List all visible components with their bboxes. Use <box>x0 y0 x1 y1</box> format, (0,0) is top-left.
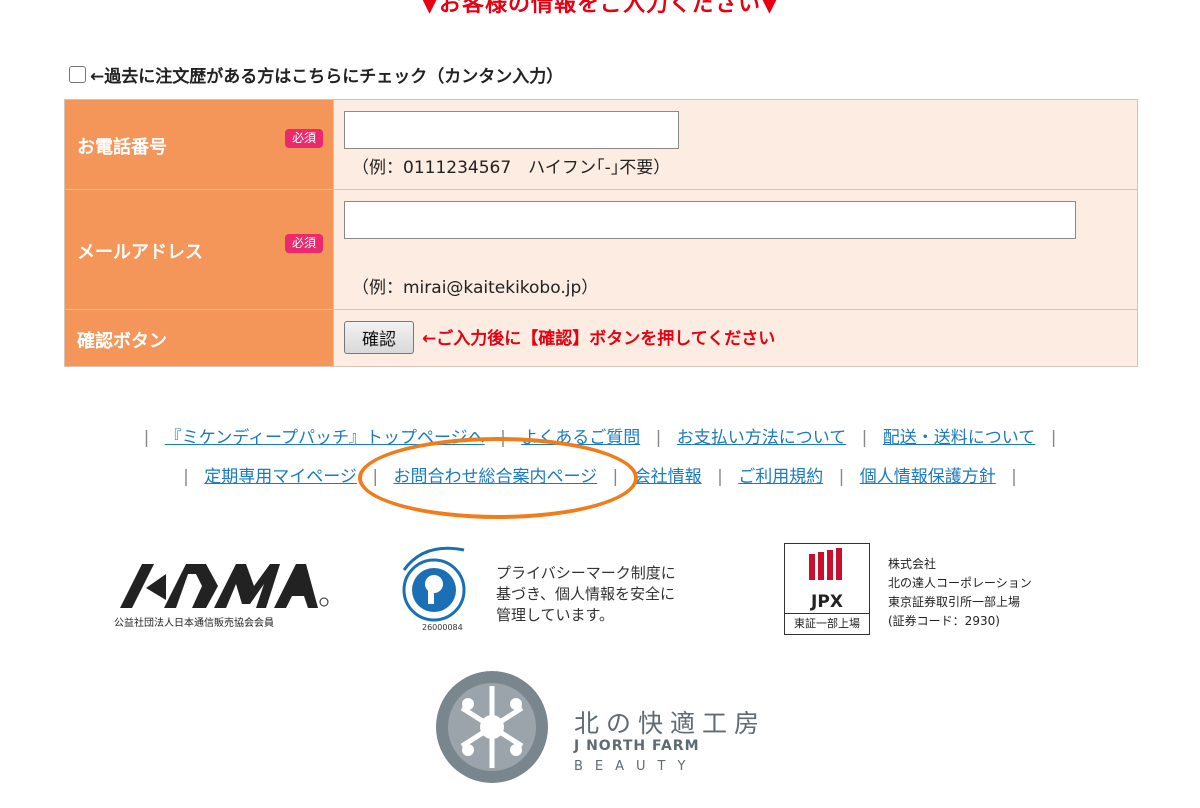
jpx-foot: 東証一部上場 <box>785 613 869 634</box>
order-form-page: ▼お客様の情報をご入力ください▼ ←過去に注文歴がある方はこちらにチェック（カン… <box>0 0 1200 808</box>
nav-separator: | <box>500 428 506 448</box>
nav-link-top-page[interactable]: 『ミケンディープパッチ』トップページへ <box>165 428 485 448</box>
brand-name-en: J NORTH FARM <box>574 738 700 754</box>
nav-link-terms[interactable]: ご利用規約 <box>738 467 823 487</box>
nav-separator: | <box>372 467 379 487</box>
jpx-badge: JPX 東証一部上場 <box>784 543 870 635</box>
confirm-button[interactable]: 確認 <box>344 321 414 354</box>
nav-separator: | <box>612 467 619 487</box>
section-heading: ▼お客様の情報をご入力ください▼ <box>421 0 779 17</box>
phone-required-badge: 必須 <box>284 129 323 148</box>
privacy-mark-description: プライバシーマーク制度に 基づき、個人情報を安全に 管理しています。 <box>496 564 676 624</box>
jpx-bars-icon <box>809 548 842 580</box>
footer-nav-row-1: | 『ミケンディープパッチ』トップページへ | よくあるご質問 | お支払い方法… <box>0 423 1200 448</box>
customer-info-form: お電話番号 必須 （例：0111234567 ハイフン｢-｣不要） メールアドレ… <box>64 99 1138 367</box>
nav-separator: | <box>1011 467 1017 487</box>
nav-link-privacy-policy[interactable]: 個人情報保護方針 <box>860 467 996 487</box>
brand-sub: BEAUTY <box>574 759 698 774</box>
phone-hint: （例：0111234567 ハイフン｢-｣不要） <box>352 158 671 178</box>
email-input[interactable] <box>344 201 1076 239</box>
nav-separator: | <box>838 467 845 487</box>
phone-label-cell: お電話番号 必須 <box>64 99 334 190</box>
email-required-badge: 必須 <box>284 234 323 253</box>
email-value-cell: （例：mirai@kaitekikobo.jp） <box>333 189 1138 310</box>
nav-separator: | <box>861 428 868 448</box>
email-label: メールアドレス <box>77 242 203 263</box>
confirm-value-cell: 確認 ←ご入力後に【確認】ボタンを押してください <box>333 309 1138 367</box>
nav-separator: | <box>183 467 189 487</box>
jadma-logo-icon <box>120 564 329 608</box>
nav-link-company[interactable]: 会社情報 <box>634 467 702 487</box>
email-row: メールアドレス 必須 （例：mirai@kaitekikobo.jp） <box>64 189 1138 310</box>
past-order-label: ←過去に注文歴がある方はこちらにチェック（カンタン入力） <box>90 67 564 87</box>
phone-value-cell: （例：0111234567 ハイフン｢-｣不要） <box>333 99 1138 190</box>
nav-link-faq[interactable]: よくあるご質問 <box>521 428 640 448</box>
phone-label: お電話番号 <box>77 137 167 158</box>
confirm-label-cell: 確認ボタン <box>64 309 334 367</box>
email-label-cell: メールアドレス 必須 <box>64 189 334 310</box>
past-order-checkbox[interactable] <box>69 66 86 83</box>
nav-separator: | <box>143 428 150 448</box>
nav-link-shipping[interactable]: 配送・送料について <box>883 428 1036 448</box>
footer-nav-row-2: | 定期専用マイページ | お問合わせ総合案内ページ | 会社情報 | ご利用規… <box>0 462 1200 487</box>
brand-emblem-icon <box>436 671 548 783</box>
phone-input[interactable] <box>344 111 679 149</box>
confirm-row: 確認ボタン 確認 ←ご入力後に【確認】ボタンを押してください <box>64 309 1138 367</box>
confirm-note: ←ご入力後に【確認】ボタンを押してください <box>422 329 776 349</box>
nav-separator: | <box>717 467 723 487</box>
nav-link-mypage[interactable]: 定期専用マイページ <box>204 467 357 487</box>
nav-link-payment[interactable]: お支払い方法について <box>677 428 847 448</box>
nav-separator: | <box>655 428 662 448</box>
email-hint: （例：mirai@kaitekikobo.jp） <box>352 278 599 298</box>
past-order-row: ←過去に注文歴がある方はこちらにチェック（カンタン入力） <box>69 62 563 87</box>
nav-link-contact-guide[interactable]: お問合わせ総合案内ページ <box>393 467 597 487</box>
jadma-caption: 公益社団法人日本通信販売協会会員 <box>114 618 274 629</box>
brand-name-jp: 北の快適工房 <box>574 709 767 738</box>
company-listing-text: 株式会社 北の達人コーポレーション 東京証券取引所一部上場 (証券コード：293… <box>888 557 1032 628</box>
privacy-mark-number: 26000084 <box>422 623 463 632</box>
nav-separator: | <box>1050 428 1057 448</box>
privacy-mark-icon: 26000084 <box>402 546 466 632</box>
jpx-label: JPX <box>811 592 843 612</box>
phone-row: お電話番号 必須 （例：0111234567 ハイフン｢-｣不要） <box>64 99 1138 190</box>
confirm-label: 確認ボタン <box>77 331 167 352</box>
